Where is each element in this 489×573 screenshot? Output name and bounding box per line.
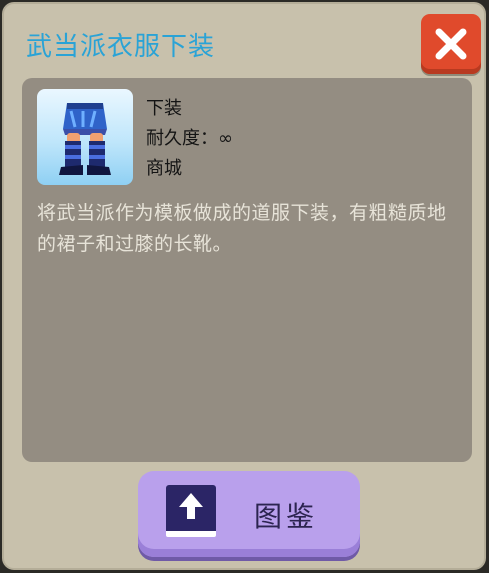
dialog-title: 武当派衣服下装 bbox=[26, 32, 216, 62]
armor-pants-boots-icon bbox=[37, 89, 133, 185]
catalog-button[interactable]: 图鉴 bbox=[138, 471, 360, 557]
item-info-panel: 下装 耐久度：∞ 商城 将武当派作为模板做成的道服下装，有粗糙质地的裙子和过膝的… bbox=[22, 78, 472, 462]
item-description: 将武当派作为模板做成的道服下装，有粗糙质地的裙子和过膝的长靴。 bbox=[37, 202, 447, 255]
catalog-button-label: 图鉴 bbox=[254, 500, 319, 533]
book-upload-icon bbox=[166, 485, 216, 537]
close-x-icon bbox=[435, 28, 467, 60]
close-button[interactable] bbox=[421, 14, 481, 74]
item-detail-dialog: 武当派衣服下装 下装 耐久度：∞ 商城 将武当派作为模板做成的道服下装，有粗糙质… bbox=[2, 2, 486, 570]
item-category: 下装 bbox=[146, 98, 182, 119]
item-source: 商城 bbox=[146, 158, 182, 179]
item-attributes: 下装 耐久度：∞ 商城 bbox=[146, 94, 233, 184]
item-durability: 耐久度：∞ bbox=[146, 128, 233, 149]
